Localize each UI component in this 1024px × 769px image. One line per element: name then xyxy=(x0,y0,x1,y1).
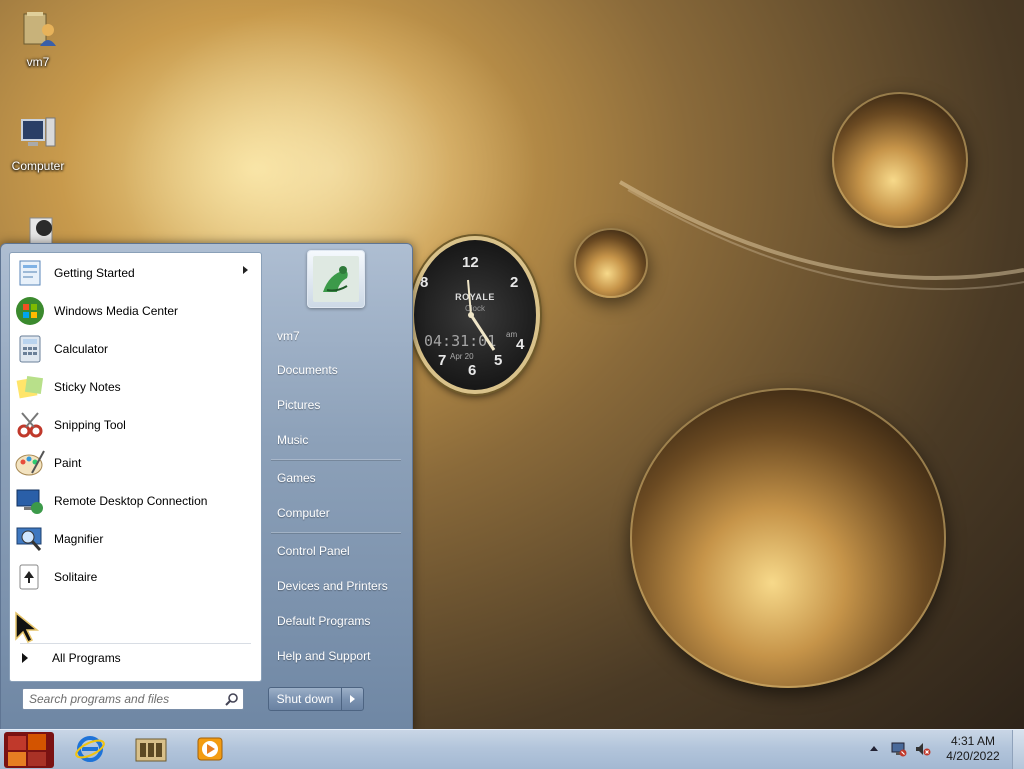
program-label: Magnifier xyxy=(54,532,104,546)
windows-media-center-icon xyxy=(16,297,44,325)
right-item-computer[interactable]: Computer xyxy=(267,500,407,526)
search-box[interactable] xyxy=(22,688,244,710)
program-label: Remote Desktop Connection xyxy=(54,494,208,508)
desktop-icon-computer[interactable]: Computer xyxy=(3,112,73,173)
expand-arrow-icon xyxy=(22,653,28,663)
right-item-help-support[interactable]: Help and Support xyxy=(267,643,407,669)
program-solitaire[interactable]: Solitaire xyxy=(12,559,258,595)
volume-muted-icon[interactable] xyxy=(914,741,932,757)
wallpaper-sphere-large xyxy=(630,388,946,688)
right-item-default-programs[interactable]: Default Programs xyxy=(267,608,407,634)
show-hidden-icons-button[interactable] xyxy=(870,746,878,751)
program-snipping-tool[interactable]: Snipping Tool xyxy=(12,407,258,443)
all-programs-label: All Programs xyxy=(52,651,121,665)
clock-gadget[interactable]: 12 2 4 5 6 7 8 ROYALE Clock 04:31:01 am … xyxy=(398,230,540,396)
program-sticky-notes[interactable]: Sticky Notes xyxy=(12,369,258,405)
sticky-notes-icon xyxy=(16,375,44,399)
system-clock[interactable]: 4:31 AM 4/20/2022 xyxy=(940,734,1006,764)
windows-media-player-icon[interactable] xyxy=(194,734,226,764)
programs-separator xyxy=(20,643,251,644)
windows-explorer-icon[interactable] xyxy=(134,734,168,764)
program-label: Calculator xyxy=(54,342,109,356)
show-desktop-button[interactable] xyxy=(1012,730,1024,769)
remote-desktop-icon xyxy=(16,489,43,514)
getting-started-icon xyxy=(19,260,41,286)
right-item-games[interactable]: Games xyxy=(267,465,407,491)
magnifier-icon xyxy=(16,527,42,551)
shutdown-button[interactable]: Shut down xyxy=(268,687,364,711)
program-calculator[interactable]: Calculator xyxy=(12,331,258,367)
user-avatar-icon xyxy=(323,266,348,292)
desktop-icon-label: vm7 xyxy=(26,55,50,69)
calculator-icon xyxy=(19,335,41,363)
submenu-arrow-icon xyxy=(243,266,248,274)
clock-time: 4:31 AM xyxy=(950,734,996,748)
start-menu: Getting Started Windows Media Center Cal… xyxy=(0,243,413,731)
solitaire-icon xyxy=(19,564,39,590)
wallpaper-sphere-small xyxy=(574,228,648,298)
search-area xyxy=(9,680,260,726)
internet-explorer-icon[interactable] xyxy=(74,734,106,764)
clock-date: 4/20/2022 xyxy=(946,749,1000,763)
snipping-tool-icon xyxy=(17,412,43,438)
wallpaper-sphere-top-right xyxy=(832,92,968,228)
all-programs-button[interactable]: All Programs xyxy=(18,651,121,665)
network-icon[interactable] xyxy=(890,741,908,757)
program-label: Snipping Tool xyxy=(54,418,126,432)
program-paint[interactable]: Paint xyxy=(12,445,258,481)
right-item-music[interactable]: Music xyxy=(267,427,407,453)
program-label: Paint xyxy=(54,456,82,470)
paint-icon xyxy=(15,450,45,476)
program-remote-desktop[interactable]: Remote Desktop Connection xyxy=(12,483,258,519)
right-item-vm7[interactable]: vm7 xyxy=(267,323,407,349)
program-label: Getting Started xyxy=(54,266,135,280)
user-folder-icon xyxy=(23,12,56,46)
search-input[interactable] xyxy=(27,691,221,707)
right-separator xyxy=(271,532,401,533)
user-picture[interactable] xyxy=(307,250,365,308)
clock-face: 12 2 4 5 6 7 8 ROYALE Clock 04:31:01 am … xyxy=(410,236,540,394)
computer-icon xyxy=(21,117,56,147)
desktop-icon-label: Computer xyxy=(11,159,65,173)
right-item-pictures[interactable]: Pictures xyxy=(267,392,407,418)
shutdown-label: Shut down xyxy=(269,688,342,710)
start-button[interactable] xyxy=(2,730,56,769)
program-magnifier[interactable]: Magnifier xyxy=(12,521,258,557)
user-avatar xyxy=(313,256,359,302)
clock-hands xyxy=(467,279,496,351)
search-icon[interactable] xyxy=(225,692,239,706)
program-label: Sticky Notes xyxy=(54,380,121,394)
program-label: Windows Media Center xyxy=(54,304,179,318)
programs-pane: Getting Started Windows Media Center Cal… xyxy=(9,252,262,682)
chevron-right-icon xyxy=(350,695,355,703)
shutdown-options-button[interactable] xyxy=(342,688,363,710)
mouse-cursor-icon xyxy=(15,611,40,643)
taskbar: 4:31 AM 4/20/2022 xyxy=(0,729,1024,769)
desktop-icon-vm7[interactable]: vm7 xyxy=(3,8,73,69)
right-separator xyxy=(271,459,401,460)
program-label: Solitaire xyxy=(54,570,98,584)
program-getting-started[interactable]: Getting Started xyxy=(12,255,258,291)
right-item-control-panel[interactable]: Control Panel xyxy=(267,538,407,564)
program-windows-media-center[interactable]: Windows Media Center xyxy=(12,293,258,329)
right-item-documents[interactable]: Documents xyxy=(267,357,407,383)
right-item-devices-printers[interactable]: Devices and Printers xyxy=(267,573,407,599)
